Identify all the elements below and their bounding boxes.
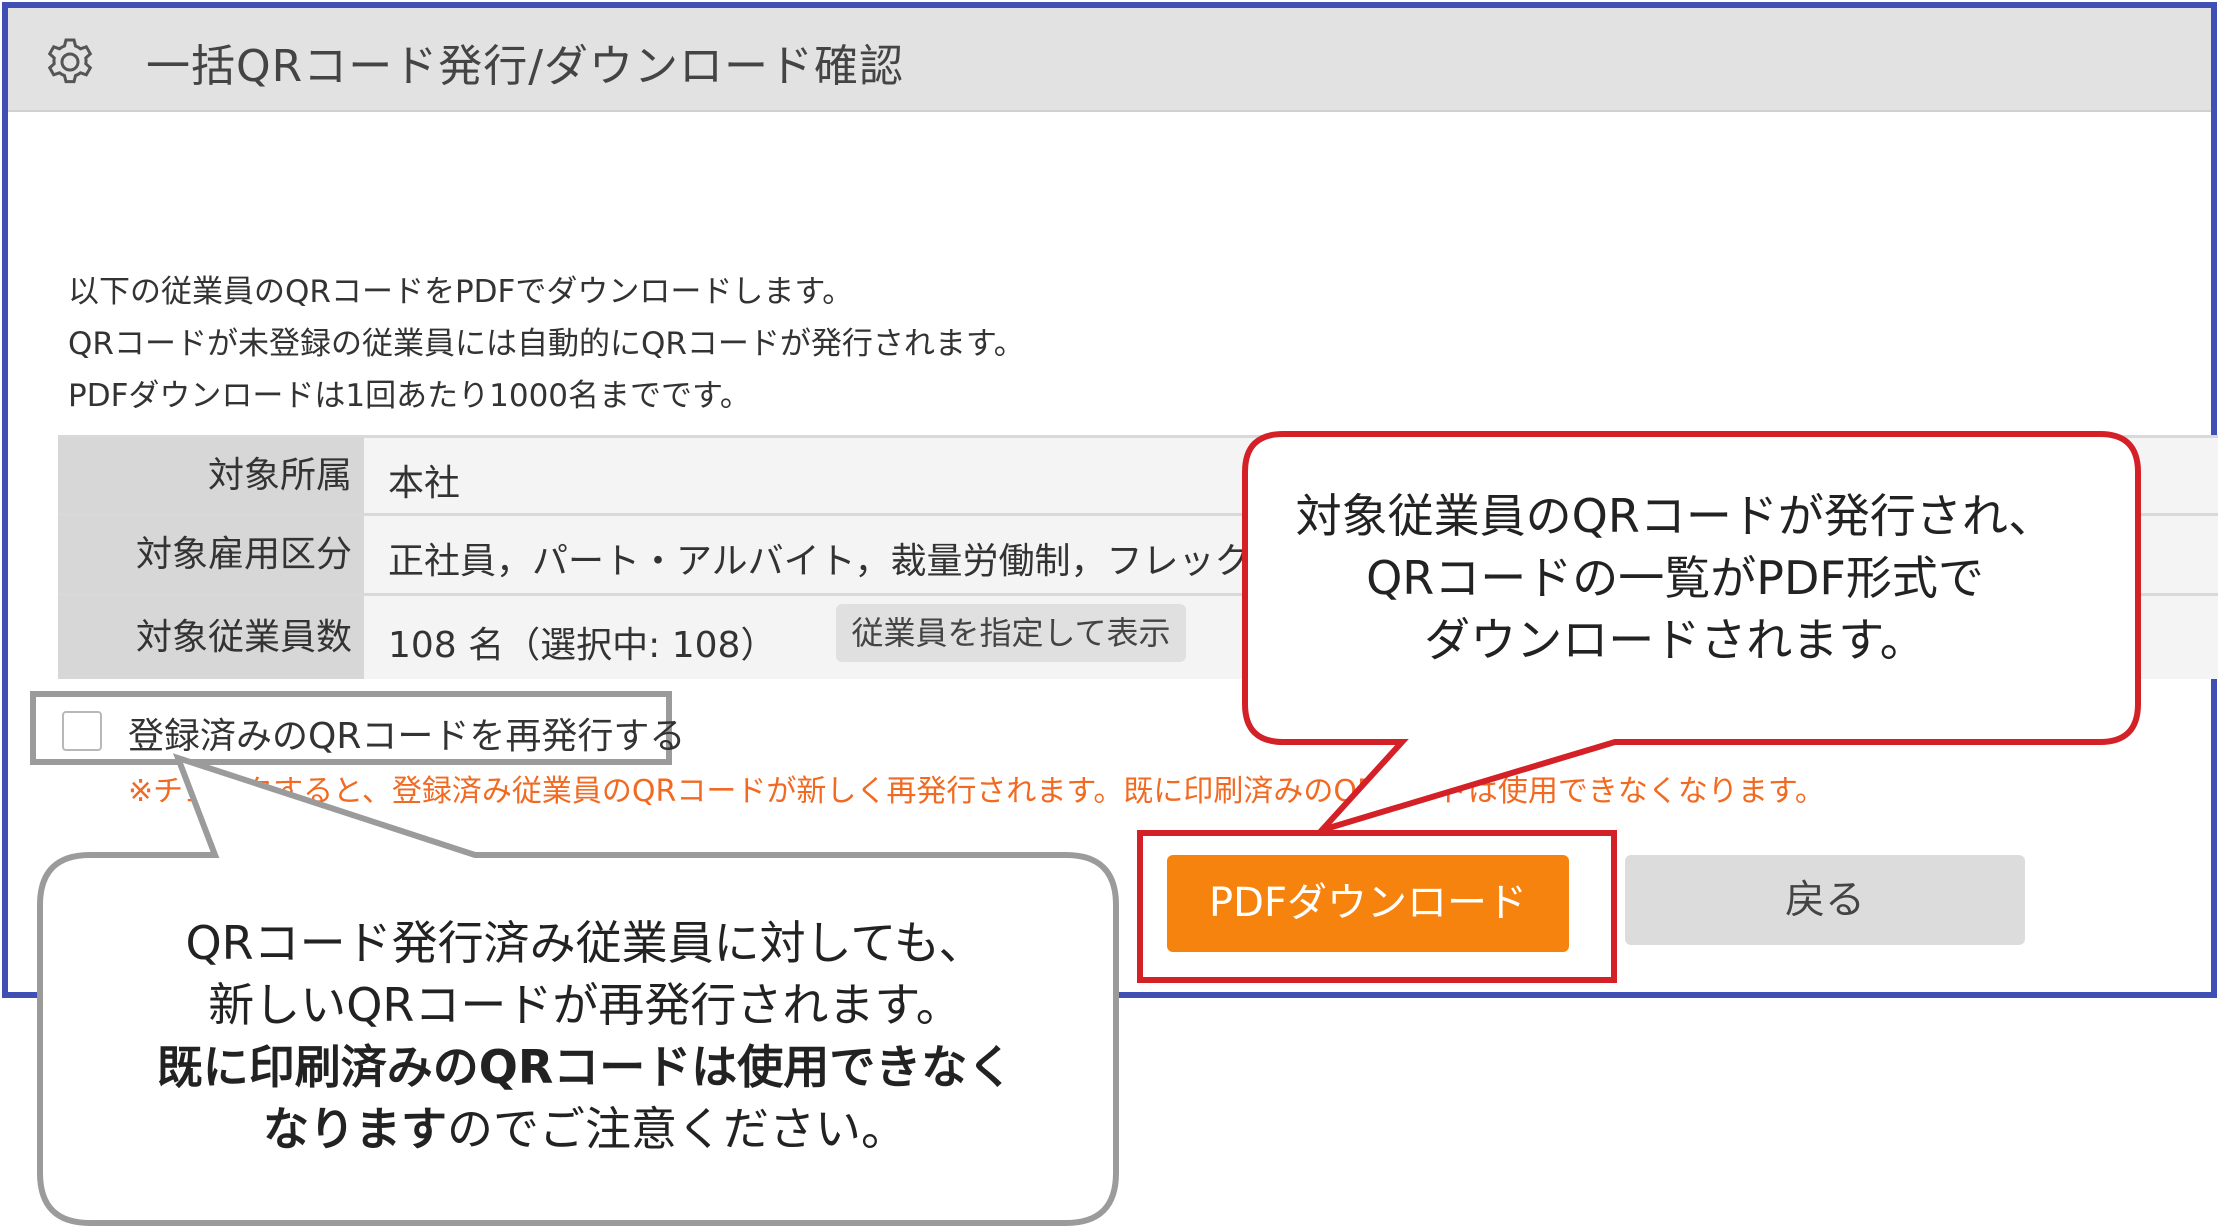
callout-left-line-3: 既に印刷済みのQRコードは使用できなく	[156, 1040, 1014, 1094]
callout-left-line-4: なりますのでご注意ください。	[90, 1098, 1080, 1160]
callout-right-line-2: QRコードの一覧がPDF形式で	[1366, 551, 1984, 605]
callout-left-line-1: QRコード発行済み従業員に対しても、	[185, 916, 985, 970]
callout-left-line-2: 新しいQRコードが再発行されます。	[208, 978, 962, 1032]
callout-left-text: QRコード発行済み従業員に対しても、 新しいQRコードが再発行されます。 既に印…	[90, 912, 1080, 1160]
callout-right-text: 対象従業員のQRコードが発行され、 QRコードの一覧がPDF形式で ダウンロード…	[1270, 485, 2080, 671]
callout-left-line-4-bold: なります	[263, 1102, 447, 1156]
callout-right-line-1: 対象従業員のQRコードが発行され、	[1295, 489, 2055, 543]
callout-left-line-4-rest: のでご注意ください。	[447, 1102, 907, 1156]
callout-right-line-3: ダウンロードされます。	[1424, 613, 1926, 667]
